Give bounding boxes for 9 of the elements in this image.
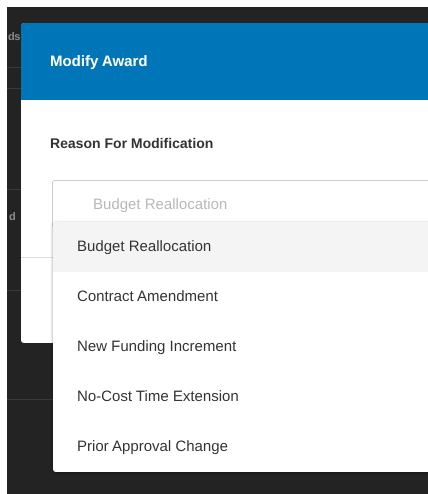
dropdown-option[interactable]: No-Cost Time Extension xyxy=(53,372,428,422)
dropdown-option[interactable]: Budget Reallocation xyxy=(53,222,428,272)
dropdown-option[interactable]: New Funding Increment xyxy=(53,322,428,372)
background-text: d xyxy=(9,211,16,223)
field-label: Reason For Modification xyxy=(50,135,214,151)
background-text: ds xyxy=(8,31,20,43)
dialog-title: Modify Award xyxy=(50,53,148,70)
dropdown-option[interactable]: Prior Approval Change xyxy=(53,422,428,472)
dropdown-option[interactable]: Contract Amendment xyxy=(53,272,428,322)
